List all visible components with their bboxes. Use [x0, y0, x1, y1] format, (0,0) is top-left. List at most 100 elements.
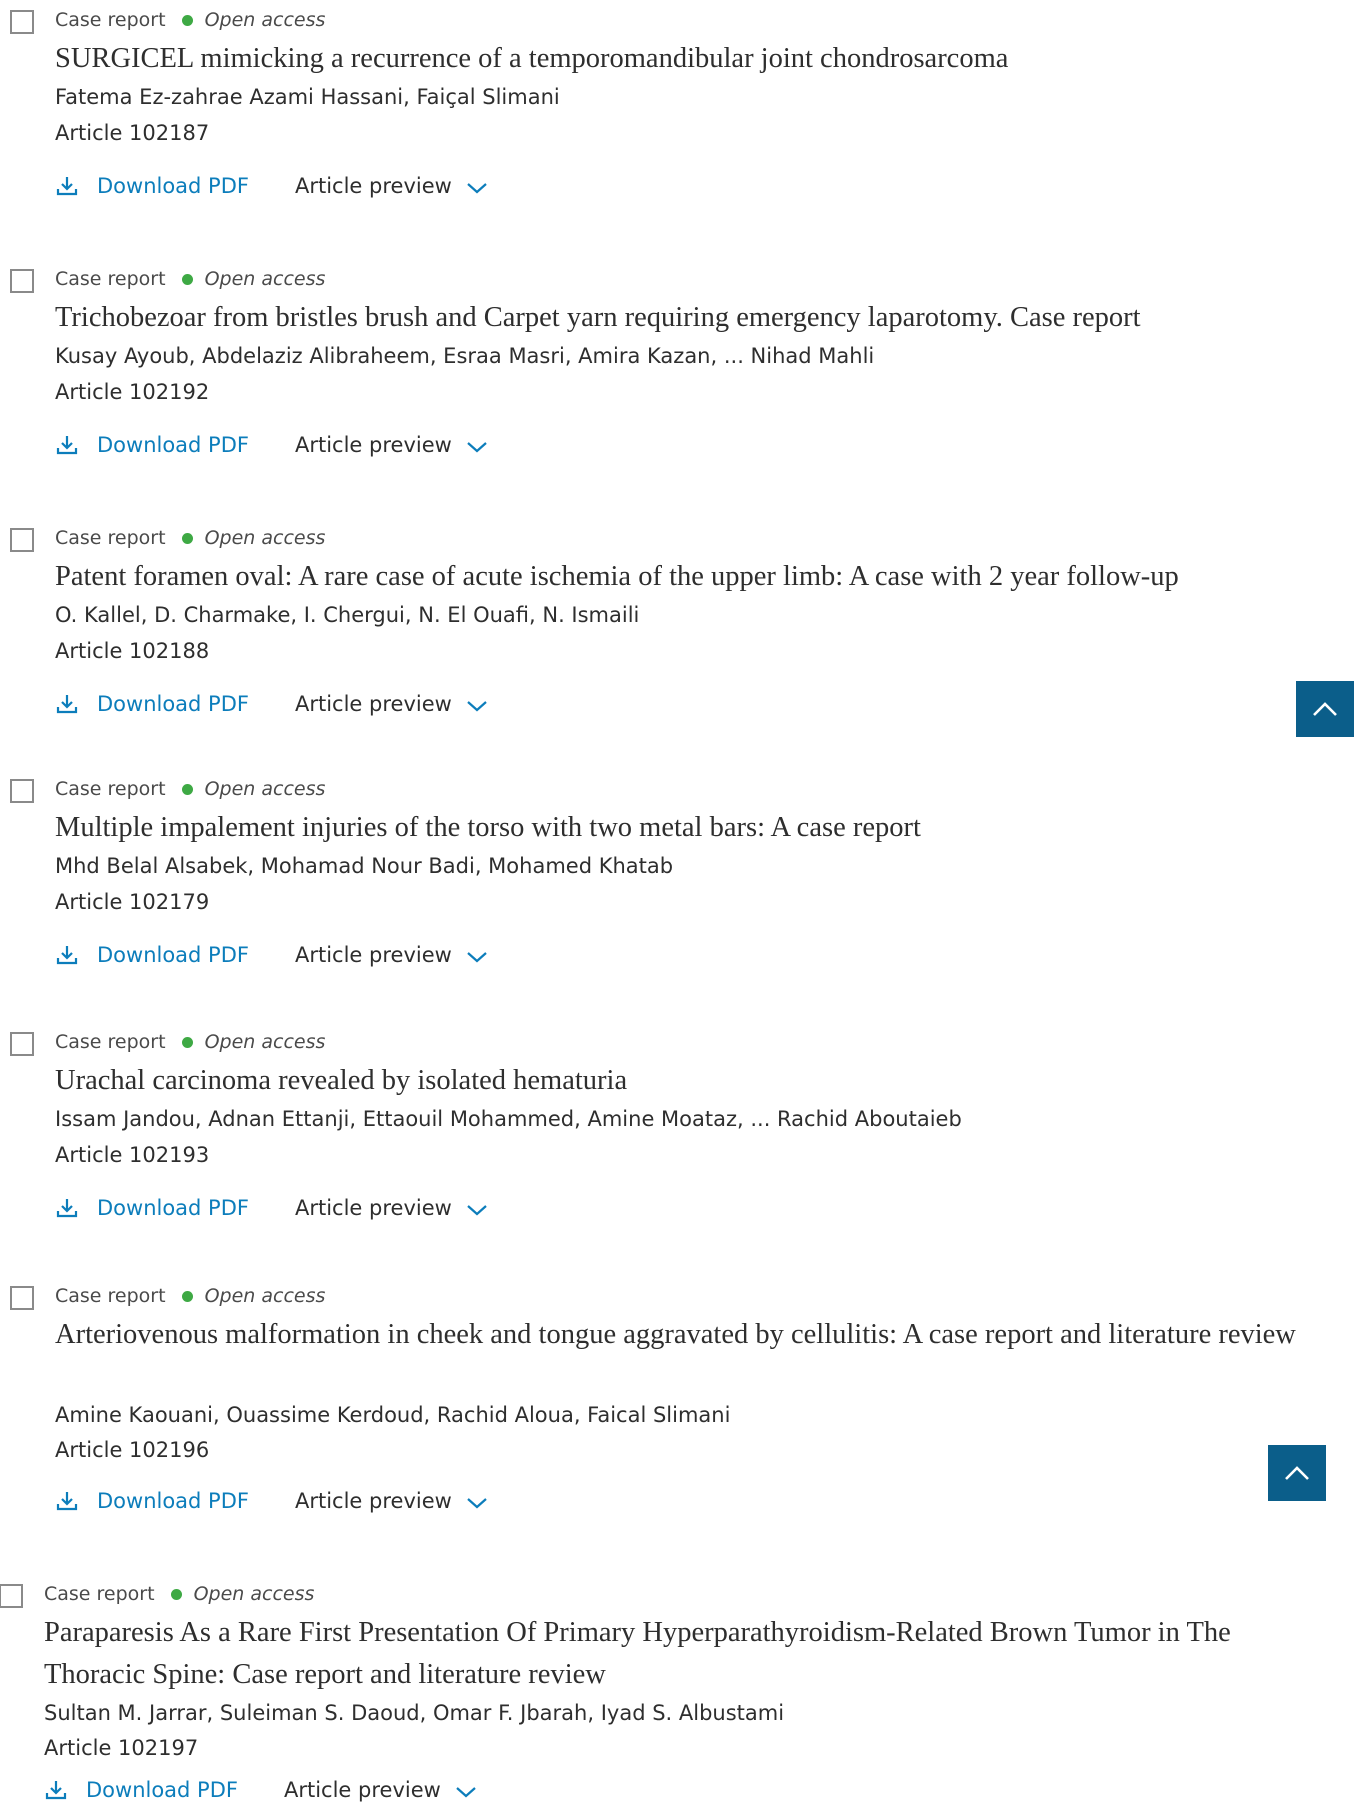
download-pdf-label: Download PDF	[97, 692, 249, 716]
article-number: Article 102196	[55, 1438, 210, 1462]
article-actions: Download PDF Article preview	[55, 425, 488, 465]
article-authors: Mhd Belal Alsabek, Mohamad Nour Badi, Mo…	[55, 854, 674, 878]
select-article-checkbox[interactable]	[10, 1286, 34, 1310]
article-meta: Case report Open access	[55, 775, 325, 803]
download-pdf-button[interactable]: Download PDF	[55, 692, 249, 716]
article-actions: Download PDF Article preview	[44, 1772, 477, 1808]
open-access-label: Open access	[204, 778, 326, 800]
article-item: Case report Open access Paraparesis As a…	[0, 1574, 1343, 1816]
article-number: Article 102188	[55, 639, 210, 663]
article-type-label: Case report	[55, 1031, 166, 1053]
download-pdf-button[interactable]: Download PDF	[55, 943, 249, 967]
article-preview-toggle[interactable]: Article preview	[295, 1196, 488, 1220]
chevron-down-icon	[467, 1498, 487, 1509]
article-meta: Case report Open access	[55, 265, 325, 293]
article-type-label: Case report	[55, 778, 166, 800]
article-meta: Case report Open access	[55, 1028, 325, 1056]
open-access-label: Open access	[204, 1031, 326, 1053]
download-pdf-button[interactable]: Download PDF	[55, 174, 249, 198]
article-type-label: Case report	[55, 268, 166, 290]
select-article-checkbox[interactable]	[10, 779, 34, 803]
download-pdf-label: Download PDF	[97, 1489, 249, 1513]
download-pdf-label: Download PDF	[97, 1196, 249, 1220]
article-meta: Case report Open access	[44, 1580, 314, 1608]
article-title-link[interactable]: Urachal carcinoma revealed by isolated h…	[55, 1060, 1345, 1102]
article-title-link[interactable]: Paraparesis As a Rare First Presentation…	[44, 1612, 1334, 1696]
article-preview-label: Article preview	[283, 1778, 441, 1802]
back-to-top-button[interactable]	[1268, 1445, 1326, 1501]
article-preview-toggle[interactable]: Article preview	[295, 943, 488, 967]
open-access-dot-icon	[181, 1290, 193, 1302]
article-preview-toggle[interactable]: Article preview	[295, 692, 488, 716]
download-pdf-button[interactable]: Download PDF	[55, 1489, 249, 1513]
article-preview-label: Article preview	[294, 1196, 452, 1220]
article-title-link[interactable]: Arteriovenous malformation in cheek and …	[55, 1314, 1345, 1356]
article-actions: Download PDF Article preview	[55, 684, 488, 724]
article-type-label: Case report	[55, 1285, 166, 1307]
open-access-dot-icon	[181, 532, 193, 544]
open-access-dot-icon	[170, 1588, 182, 1600]
article-preview-label: Article preview	[294, 943, 452, 967]
open-access-label: Open access	[204, 527, 326, 549]
download-icon	[56, 177, 78, 196]
select-article-checkbox[interactable]	[10, 1032, 34, 1056]
open-access-label: Open access	[193, 1583, 315, 1605]
article-authors: O. Kallel, D. Charmake, I. Chergui, N. E…	[55, 603, 640, 627]
article-preview-toggle[interactable]: Article preview	[284, 1778, 477, 1802]
download-icon	[56, 695, 78, 714]
open-access-label: Open access	[204, 268, 326, 290]
select-article-checkbox[interactable]	[10, 528, 34, 552]
article-actions: Download PDF Article preview	[55, 166, 488, 206]
article-item: Case report Open access Multiple impalem…	[0, 769, 1354, 1029]
chevron-down-icon	[467, 952, 487, 963]
open-access-label: Open access	[204, 9, 326, 31]
download-icon	[45, 1781, 67, 1800]
article-preview-toggle[interactable]: Article preview	[295, 1489, 488, 1513]
article-actions: Download PDF Article preview	[55, 1188, 488, 1228]
download-pdf-button[interactable]: Download PDF	[44, 1778, 238, 1802]
article-number: Article 102179	[55, 890, 210, 914]
select-article-checkbox[interactable]	[10, 10, 34, 34]
article-item: Case report Open access Patent foramen o…	[0, 518, 1354, 778]
chevron-down-icon	[456, 1787, 476, 1798]
open-access-dot-icon	[181, 273, 193, 285]
article-preview-toggle[interactable]: Article preview	[295, 433, 488, 457]
article-authors: Issam Jandou, Adnan Ettanji, Ettaouil Mo…	[55, 1107, 962, 1131]
article-number: Article 102192	[55, 380, 210, 404]
select-article-checkbox[interactable]	[10, 269, 34, 293]
article-title-link[interactable]: Patent foramen oval: A rare case of acut…	[55, 556, 1345, 598]
article-item: Case report Open access Trichobezoar fro…	[0, 259, 1354, 519]
download-icon	[56, 946, 78, 965]
download-pdf-button[interactable]: Download PDF	[55, 433, 249, 457]
open-access-label: Open access	[204, 1285, 326, 1307]
chevron-down-icon	[467, 442, 487, 453]
article-title-link[interactable]: SURGICEL mimicking a recurrence of a tem…	[55, 38, 1345, 80]
article-type-label: Case report	[55, 9, 166, 31]
article-authors: Amine Kaouani, Ouassime Kerdoud, Rachid …	[55, 1403, 731, 1427]
article-actions: Download PDF Article preview	[55, 935, 488, 975]
article-title-link[interactable]: Multiple impalement injuries of the tors…	[55, 807, 1345, 849]
article-preview-label: Article preview	[294, 174, 452, 198]
article-number: Article 102193	[55, 1143, 210, 1167]
download-pdf-label: Download PDF	[97, 943, 249, 967]
article-preview-toggle[interactable]: Article preview	[295, 174, 488, 198]
article-number: Article 102197	[44, 1736, 199, 1760]
article-meta: Case report Open access	[55, 6, 325, 34]
chevron-down-icon	[467, 183, 487, 194]
chevron-up-icon	[1313, 702, 1337, 716]
download-pdf-button[interactable]: Download PDF	[55, 1196, 249, 1220]
article-type-label: Case report	[44, 1583, 155, 1605]
article-preview-label: Article preview	[294, 1489, 452, 1513]
back-to-top-button[interactable]	[1296, 681, 1354, 737]
article-title-link[interactable]: Trichobezoar from bristles brush and Car…	[55, 297, 1345, 339]
article-item: Case report Open access Arteriovenous ma…	[0, 1276, 1354, 1576]
article-authors: Sultan M. Jarrar, Suleiman S. Daoud, Oma…	[44, 1701, 785, 1725]
chevron-down-icon	[467, 701, 487, 712]
download-icon	[56, 1492, 78, 1511]
download-pdf-label: Download PDF	[86, 1778, 238, 1802]
download-icon	[56, 436, 78, 455]
article-preview-label: Article preview	[294, 433, 452, 457]
article-item: Case report Open access SURGICEL mimicki…	[0, 0, 1354, 260]
article-number: Article 102187	[55, 121, 210, 145]
select-article-checkbox[interactable]	[0, 1584, 23, 1608]
